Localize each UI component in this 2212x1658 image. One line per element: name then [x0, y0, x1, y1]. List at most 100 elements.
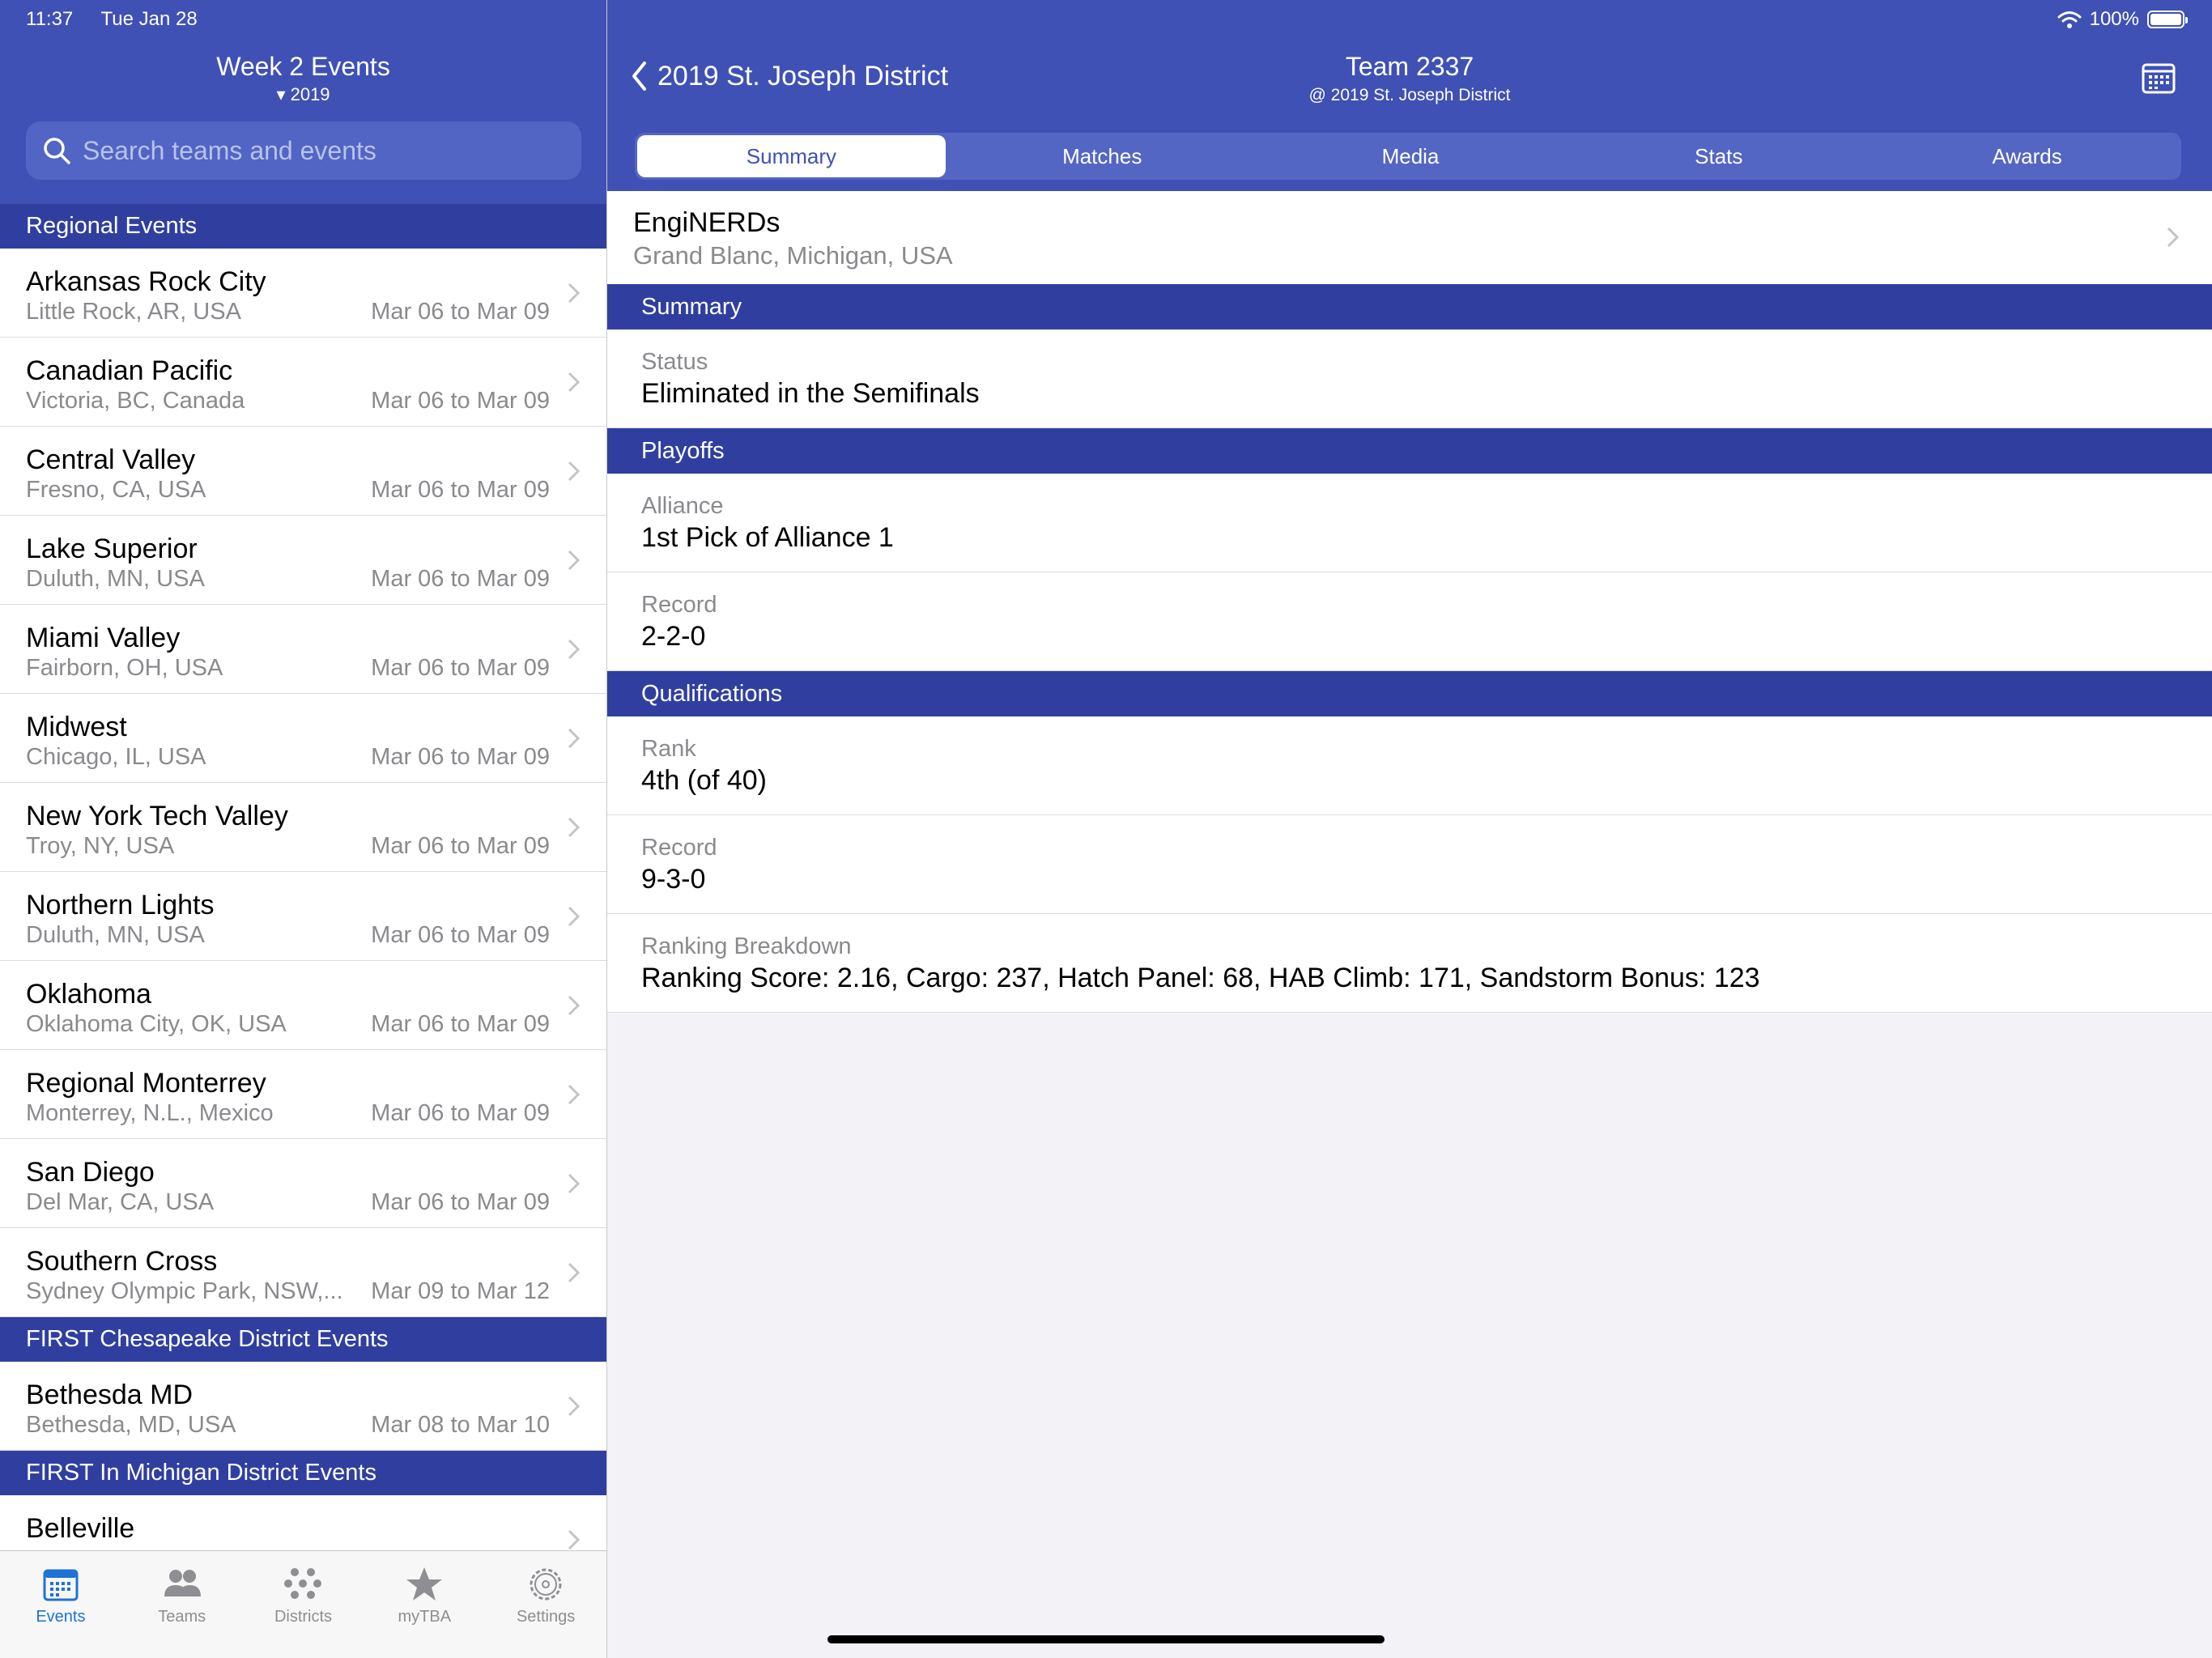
event-name: Arkansas Rock City — [26, 266, 266, 297]
event-dates: Mar 06 to Mar 09 — [371, 922, 550, 948]
section-header-qualifications: Qualifications — [607, 671, 2212, 716]
event-row[interactable]: Southern Cross Sydney Olympic Park, NSW,… — [0, 1228, 606, 1317]
segment-stats[interactable]: Stats — [1564, 133, 1873, 180]
event-location: Duluth, MN, USA — [26, 922, 205, 948]
section-header-regional: Regional Events — [0, 204, 606, 249]
team-nickname: EngiNERDs — [633, 207, 781, 238]
segment-summary[interactable]: Summary — [637, 135, 946, 177]
search-bar[interactable] — [26, 121, 581, 180]
tab-label: Teams — [158, 1608, 206, 1626]
row-label: Ranking Breakdown — [641, 933, 852, 959]
event-name: Miami Valley — [26, 623, 181, 653]
team-location: Grand Blanc, Michigan, USA — [633, 241, 953, 270]
event-dates: Mar 09 to Mar 12 — [371, 1278, 550, 1304]
event-dates: Mar 06 to Mar 09 — [371, 477, 550, 503]
section-header-michigan: FIRST In Michigan District Events — [0, 1451, 606, 1495]
event-location: Oklahoma City, OK, USA — [26, 1011, 287, 1037]
playoff-record-row: Record 2-2-0 — [607, 572, 2212, 671]
event-name: New York Tech Valley — [26, 801, 288, 831]
event-name: San Diego — [26, 1157, 155, 1188]
section-header-playoffs: Playoffs — [607, 428, 2212, 474]
event-row[interactable]: Oklahoma Oklahoma City, OK, USA Mar 06 t… — [0, 961, 606, 1050]
tab-settings[interactable]: Settings — [485, 1551, 606, 1658]
chevron-right-icon — [568, 372, 581, 393]
event-row[interactable]: Central Valley Fresno, CA, USA Mar 06 to… — [0, 427, 606, 516]
event-dates: Mar 06 to Mar 09 — [371, 299, 550, 325]
event-name: Midwest — [26, 712, 127, 742]
event-name: Belleville — [26, 1513, 135, 1544]
tab-teams[interactable]: Teams — [121, 1551, 243, 1658]
event-location: Monterrey, N.L., Mexico — [26, 1100, 274, 1126]
row-label: Record — [641, 592, 717, 618]
people-icon — [164, 1570, 201, 1596]
event-row[interactable]: Midwest Chicago, IL, USA Mar 06 to Mar 0… — [0, 694, 606, 783]
chevron-right-icon — [568, 728, 581, 749]
event-location: Troy, NY, USA — [26, 833, 175, 859]
event-location: Bethesda, MD, USA — [26, 1412, 236, 1438]
event-row[interactable]: Regional Monterrey Monterrey, N.L., Mexi… — [0, 1050, 606, 1139]
event-dates: Mar 06 to Mar 09 — [371, 566, 550, 592]
search-icon — [44, 138, 70, 164]
home-indicator[interactable] — [827, 1635, 1385, 1643]
section-header-chesapeake: FIRST Chesapeake District Events — [0, 1317, 606, 1362]
event-location: Sydney Olympic Park, NSW,... — [26, 1278, 343, 1304]
event-name: Regional Monterrey — [26, 1068, 266, 1099]
chevron-right-icon — [568, 461, 581, 482]
chevron-right-icon — [568, 995, 581, 1016]
event-name: Canadian Pacific — [26, 355, 233, 386]
event-dates: Mar 06 to Mar 09 — [371, 388, 550, 414]
battery-percent: 100% — [2089, 8, 2139, 30]
status-bar-left: 11:37 Tue Jan 28 — [26, 8, 220, 31]
event-name: Northern Lights — [26, 890, 215, 920]
year-selector[interactable]: ▾ 2019 — [0, 84, 606, 105]
row-label: Record — [641, 835, 717, 861]
chevron-right-icon — [568, 906, 581, 927]
event-row[interactable]: Arkansas Rock City Little Rock, AR, USA … — [0, 249, 606, 338]
tab-events[interactable]: Events — [0, 1551, 121, 1658]
team-info-row[interactable]: EngiNERDs Grand Blanc, Michigan, USA — [607, 191, 2212, 284]
event-row[interactable]: Miami Valley Fairborn, OH, USA Mar 06 to… — [0, 605, 606, 694]
segment-matches[interactable]: Matches — [948, 133, 1257, 180]
chevron-right-icon — [568, 550, 581, 571]
row-value: 4th (of 40) — [641, 765, 767, 796]
event-dates: Mar 06 to Mar 09 — [371, 833, 550, 859]
team-header: 2019 St. Joseph District Team 2337 @ 201… — [607, 0, 2212, 191]
calendar-icon[interactable] — [2141, 62, 2176, 96]
tab-label: Events — [36, 1608, 86, 1626]
event-location: Chicago, IL, USA — [26, 744, 206, 770]
ranking-breakdown-row: Ranking Breakdown Ranking Score: 2.16, C… — [607, 914, 2212, 1013]
team-title: Team 2337 — [1345, 52, 1474, 81]
segment-awards[interactable]: Awards — [1873, 133, 2181, 180]
tab-mytba[interactable]: myTBA — [364, 1551, 485, 1658]
section-header-summary: Summary — [607, 284, 2212, 329]
row-value: Eliminated in the Semifinals — [641, 378, 980, 409]
row-label: Rank — [641, 736, 696, 762]
tab-label: Districts — [274, 1608, 333, 1626]
event-location: Fresno, CA, USA — [26, 477, 206, 503]
event-row[interactable]: San Diego Del Mar, CA, USA Mar 06 to Mar… — [0, 1139, 606, 1228]
segment-media[interactable]: Media — [1257, 133, 1565, 180]
tab-districts[interactable]: Districts — [243, 1551, 364, 1658]
search-input[interactable] — [81, 134, 570, 167]
segmented-control: Summary Matches Media Stats Awards — [635, 133, 2181, 180]
tab-label: Settings — [516, 1608, 576, 1626]
status-row: Status Eliminated in the Semifinals — [607, 329, 2212, 428]
districts-icon — [284, 1568, 322, 1599]
status-date: Tue Jan 28 — [100, 8, 198, 30]
gear-icon — [530, 1568, 562, 1601]
event-row[interactable]: Canadian Pacific Victoria, BC, Canada Ma… — [0, 338, 606, 427]
event-location: Fairborn, OH, USA — [26, 655, 223, 681]
alliance-row: Alliance 1st Pick of Alliance 1 — [607, 474, 2212, 572]
event-row[interactable]: Lake Superior Duluth, MN, USA Mar 06 to … — [0, 516, 606, 605]
chevron-right-icon — [568, 1084, 581, 1105]
event-row[interactable]: Northern Lights Duluth, MN, USA Mar 06 t… — [0, 872, 606, 961]
event-dates: Mar 06 to Mar 09 — [371, 655, 550, 681]
chevron-right-icon — [568, 1529, 581, 1550]
rank-row: Rank 4th (of 40) — [607, 716, 2212, 815]
chevron-right-icon — [568, 1173, 581, 1194]
event-row[interactable]: New York Tech Valley Troy, NY, USA Mar 0… — [0, 783, 606, 872]
chevron-right-icon — [568, 639, 581, 660]
event-location: Victoria, BC, Canada — [26, 388, 245, 414]
chevron-right-icon — [568, 1262, 581, 1283]
event-row[interactable]: Bethesda MD Bethesda, MD, USA Mar 08 to … — [0, 1362, 606, 1451]
